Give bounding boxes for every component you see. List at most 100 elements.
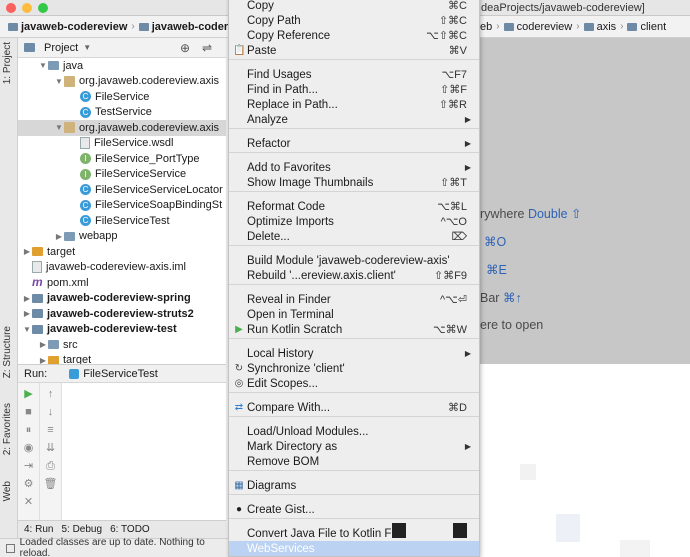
module-icon	[32, 324, 43, 334]
tab-debug[interactable]: 5: Debug	[61, 524, 102, 535]
stop-icon[interactable]: ■	[22, 405, 36, 419]
close-icon[interactable]: ✕	[22, 495, 36, 509]
expand-right-icon[interactable]: ▶	[22, 294, 32, 303]
menu-item-copy-reference[interactable]: Copy Reference ⌥⇧⌘C	[229, 28, 479, 43]
menu-item-remove-bom[interactable]: Remove BOM	[229, 454, 479, 469]
menu-item-optimize-imports[interactable]: Optimize Imports ^⌥O	[229, 214, 479, 229]
tab-todo[interactable]: 6: TODO	[110, 524, 150, 535]
breadcrumb-item[interactable]: javaweb-codereview	[8, 21, 127, 33]
tree-item[interactable]: ▶ javaweb-codereview-struts2	[18, 306, 226, 322]
menu-item-refactor[interactable]: Refactor ▶	[229, 136, 479, 151]
expand-right-icon[interactable]: ▶	[38, 340, 48, 349]
rerun-icon[interactable]: ▶	[22, 387, 36, 401]
collapse-icon[interactable]: ⇌	[202, 41, 212, 55]
tree-item[interactable]: I FileServiceService	[18, 167, 226, 183]
tool-tab-favorites[interactable]: 2: Favorites	[2, 403, 13, 455]
tree-item[interactable]: C FileServiceTest	[18, 213, 226, 229]
pause-icon[interactable]: ⏸	[22, 423, 36, 437]
menu-item-analyze[interactable]: Analyze ▶	[229, 112, 479, 127]
menu-separator	[229, 59, 479, 60]
menu-item-reveal-in-finder[interactable]: Reveal in Finder ^⌥⏎	[229, 292, 479, 307]
menu-item-reformat-code[interactable]: Reformat Code ⌥⌘L	[229, 199, 479, 214]
tree-item-label: TestService	[95, 106, 152, 119]
menu-item-copy[interactable]: Copy ⌘C	[229, 0, 479, 13]
breadcrumb-item[interactable]: codereview	[503, 21, 572, 33]
menu-item-delete[interactable]: Delete... ⌦	[229, 229, 479, 244]
menu-item-webservices[interactable]: WebServices	[229, 541, 479, 556]
breadcrumb-item[interactable]: client	[627, 21, 666, 33]
status-bar: Loaded classes are up to date. Nothing t…	[0, 537, 228, 557]
arrow-down-icon[interactable]: ↓	[44, 405, 58, 419]
settings-icon[interactable]: ⚙	[22, 477, 36, 491]
menu-item-replace-in-path[interactable]: Replace in Path... ⇧⌘R	[229, 97, 479, 112]
menu-item-mark-directory-as[interactable]: Mark Directory as ▶	[229, 439, 479, 454]
menu-item-create-gist[interactable]: ● Create Gist...	[229, 502, 479, 517]
expand-down-icon[interactable]: ▼	[22, 325, 32, 334]
menu-item-add-to-favorites[interactable]: Add to Favorites ▶	[229, 160, 479, 175]
tree-item[interactable]: C FileServiceServiceLocator	[18, 182, 226, 198]
tab-run[interactable]: 4: Run	[24, 524, 53, 535]
menu-item-load-unload-modules[interactable]: Load/Unload Modules...	[229, 424, 479, 439]
zoom-window-button[interactable]	[38, 3, 48, 13]
tree-item[interactable]: C TestService	[18, 105, 226, 121]
menu-item-synchronize-client[interactable]: ↻ Synchronize 'client'	[229, 361, 479, 376]
tree-item-label: org.javaweb.codereview.axis	[79, 121, 220, 134]
tree-item[interactable]: FileService.wsdl	[18, 136, 226, 152]
tool-tab-project[interactable]: 1: Project	[2, 42, 13, 84]
project-view-selector[interactable]: Project	[44, 42, 78, 54]
tree-item[interactable]: ▶ webapp	[18, 229, 226, 245]
menu-item-local-history[interactable]: Local History ▶	[229, 346, 479, 361]
menu-item-convert-java-file-to-kotlin-f[interactable]: Convert Java File to Kotlin F	[229, 526, 479, 541]
chevron-down-icon[interactable]: ▼	[83, 43, 91, 52]
tree-item[interactable]: javaweb-codereview-axis.iml	[18, 260, 226, 276]
expand-down-icon[interactable]: ▼	[54, 123, 64, 132]
expand-down-icon[interactable]: ▼	[38, 61, 48, 70]
locate-icon[interactable]: ⊕	[180, 41, 190, 55]
menu-item-diagrams[interactable]: ▦ Diagrams	[229, 478, 479, 493]
menu-item-compare-with[interactable]: ⇄ Compare With... ⌘D	[229, 400, 479, 415]
tree-item[interactable]: C FileService	[18, 89, 226, 105]
tree-item[interactable]: ▶ target	[18, 244, 226, 260]
minimize-window-button[interactable]	[22, 3, 32, 13]
tree-item[interactable]: I FileService_PortType	[18, 151, 226, 167]
wrap-icon[interactable]: ≡	[44, 423, 58, 437]
menu-item-show-image-thumbnails[interactable]: Show Image Thumbnails ⇧⌘T	[229, 175, 479, 190]
tree-item[interactable]: ▶ javaweb-codereview-spring	[18, 291, 226, 307]
menu-item-edit-scopes[interactable]: ◎ Edit Scopes...	[229, 376, 479, 391]
breadcrumb-item[interactable]: axis	[583, 21, 616, 33]
menu-item-find-usages[interactable]: Find Usages ⌥F7	[229, 67, 479, 82]
expand-right-icon[interactable]: ▶	[54, 232, 64, 241]
close-window-button[interactable]	[6, 3, 16, 13]
print-icon[interactable]: ⎙	[44, 459, 58, 473]
menu-item-copy-path[interactable]: Copy Path ⇧⌘C	[229, 13, 479, 28]
expand-down-icon[interactable]: ▼	[54, 77, 64, 86]
expand-right-icon[interactable]: ▶	[22, 309, 32, 318]
menu-item-open-in-terminal[interactable]: Open in Terminal	[229, 307, 479, 322]
trash-icon[interactable]: 🗑	[44, 477, 58, 491]
menu-item-label: Copy Path	[247, 14, 301, 27]
tree-item[interactable]: ▼ java	[18, 58, 226, 74]
scroll-end-icon[interactable]: ⇊	[44, 441, 58, 455]
breadcrumb-item[interactable]: eb	[480, 21, 492, 33]
tree-item[interactable]: C FileServiceSoapBindingSt	[18, 198, 226, 214]
menu-item-rebuild-ereview-axis-client[interactable]: Rebuild '...ereview.axis.client' ⇧⌘F9	[229, 268, 479, 283]
tree-item[interactable]: m pom.xml	[18, 275, 226, 291]
run-config-tab[interactable]: FileServiceTest	[83, 368, 158, 380]
tool-tab-structure[interactable]: Z: Structure	[2, 326, 13, 378]
menu-item-paste[interactable]: 📋 Paste ⌘V	[229, 43, 479, 58]
tree-item[interactable]: ▼ org.javaweb.codereview.axis	[18, 120, 226, 136]
tree-item[interactable]: ▼ org.javaweb.codereview.axis	[18, 74, 226, 90]
exit-icon[interactable]: ⇥	[22, 459, 36, 473]
expand-right-icon[interactable]: ▶	[22, 247, 32, 256]
menu-item-build-module-javaweb-codereview-axis[interactable]: Build Module 'javaweb-codereview-axis'	[229, 253, 479, 268]
tool-tab-web[interactable]: Web	[2, 481, 13, 501]
tree-item[interactable]: ▼ javaweb-codereview-test	[18, 322, 226, 338]
arrow-up-icon[interactable]: ↑	[44, 387, 58, 401]
status-icon[interactable]	[6, 543, 15, 553]
tree-item-label: target	[47, 245, 76, 258]
menu-item-find-in-path[interactable]: Find in Path... ⇧⌘F	[229, 82, 479, 97]
submenu-arrow-icon: ▶	[464, 115, 471, 124]
tree-item[interactable]: ▶ src	[18, 337, 226, 353]
camera-icon[interactable]: ◉	[22, 441, 36, 455]
menu-item-run-kotlin-scratch[interactable]: ▶ Run Kotlin Scratch ⌥⌘W	[229, 322, 479, 337]
